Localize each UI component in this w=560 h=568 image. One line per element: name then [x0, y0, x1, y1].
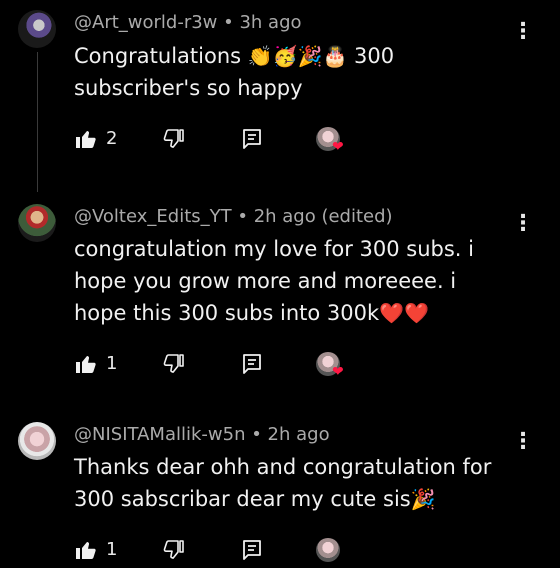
like-count: 1: [106, 353, 118, 374]
comment-emojis: 👏🥳🎉🎂: [247, 44, 348, 68]
heart-icon: ❤: [332, 139, 344, 155]
more-vert-icon[interactable]: ⋮: [512, 20, 534, 44]
more-vert-icon[interactable]: ⋮: [512, 430, 534, 454]
comment-meta: @NISITAMallik-w5n • 2h ago: [74, 424, 330, 445]
thumbs-up-icon[interactable]: [74, 352, 98, 376]
reply-icon[interactable]: [240, 352, 264, 376]
author-name[interactable]: @Art_world-r3w: [74, 12, 217, 33]
author-name[interactable]: @NISITAMallik-w5n: [74, 424, 245, 445]
thumbs-down-icon[interactable]: [162, 538, 186, 562]
meta-separator: •: [217, 12, 240, 33]
comment-text: congratulation my love for 300 subs. i h…: [74, 233, 514, 329]
comment-time: 3h ago: [239, 12, 302, 33]
reply-icon[interactable]: [240, 538, 264, 562]
reply-icon[interactable]: [240, 127, 264, 151]
meta-separator: •: [245, 424, 268, 445]
thumbs-up-icon[interactable]: [74, 538, 98, 562]
comment-emojis: 🎉: [410, 487, 436, 511]
like-count: 1: [106, 539, 118, 560]
comment-actions: 1: [74, 538, 374, 568]
comment-text-part: Congratulations: [74, 44, 248, 68]
avatar[interactable]: [18, 204, 56, 242]
avatar[interactable]: [18, 422, 56, 460]
avatar[interactable]: [18, 10, 56, 48]
thumbs-down-icon[interactable]: [162, 127, 186, 151]
thumbs-up-icon[interactable]: [74, 127, 98, 151]
comment-emojis: ❤️❤️: [379, 301, 429, 325]
heart-icon: ❤: [332, 364, 344, 380]
comment-meta: @Voltex_Edits_YT • 2h ago (edited): [74, 206, 393, 227]
reply-thread-line: [37, 52, 38, 192]
comment-actions: 1 ❤: [74, 352, 374, 382]
like-count: 2: [106, 128, 118, 149]
comment-time: 2h ago (edited): [253, 206, 393, 227]
comment-text: Thanks dear ohh and congratulation for 3…: [74, 451, 514, 515]
comment-time: 2h ago: [267, 424, 330, 445]
more-vert-icon[interactable]: ⋮: [512, 212, 534, 236]
comment-text: Congratulations 👏🥳🎉🎂 300 subscriber's so…: [74, 40, 514, 104]
thumbs-down-icon[interactable]: [162, 352, 186, 376]
comment-meta: @Art_world-r3w • 3h ago: [74, 12, 302, 33]
comment-actions: 2 ❤: [74, 127, 374, 157]
meta-separator: •: [231, 206, 254, 227]
creator-avatar: [316, 538, 340, 562]
author-name[interactable]: @Voltex_Edits_YT: [74, 206, 232, 227]
